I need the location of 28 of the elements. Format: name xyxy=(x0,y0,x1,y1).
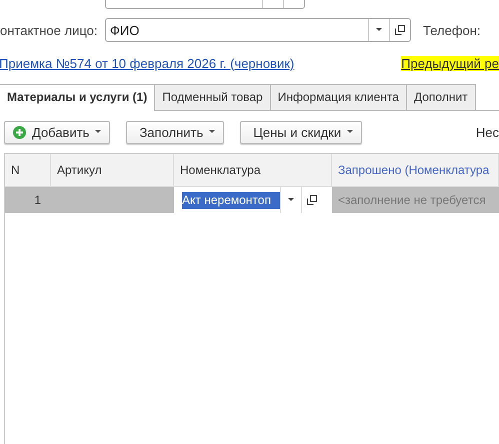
field-label: Телефон: xyxy=(423,22,481,38)
dropdown-icon[interactable] xyxy=(376,28,382,32)
caret-icon xyxy=(95,130,102,134)
field-label: онтактное лицо: xyxy=(0,22,98,38)
dropdown-icon[interactable] xyxy=(288,198,294,202)
toolbar-button[interactable]: Заполнить xyxy=(126,120,224,144)
column-header[interactable]: N xyxy=(5,154,51,187)
document-link[interactable]: Приемка №574 от 10 февраля 2026 г. (черновик) xyxy=(0,56,294,70)
toolbar-button[interactable]: Цены и скидки xyxy=(240,120,362,144)
open-icon[interactable] xyxy=(307,195,317,205)
add-icon xyxy=(13,126,26,138)
caret-icon xyxy=(209,130,216,134)
tab[interactable]: Подменный товар xyxy=(155,84,271,110)
column-header[interactable]: Запрошено (Номенклатура xyxy=(332,154,499,187)
tab[interactable]: Дополнит xyxy=(406,84,476,110)
open-icon[interactable] xyxy=(395,25,405,35)
column-header[interactable]: Номенклатура xyxy=(174,154,332,187)
table-cell: 1 xyxy=(5,187,51,213)
toolbar-button[interactable]: Добавить xyxy=(4,120,110,144)
caret-icon xyxy=(347,130,354,134)
previous-link[interactable]: Предыдущий ре xyxy=(401,56,499,70)
column-header[interactable]: Артикул xyxy=(51,154,174,187)
table-row[interactable]: 1 Акт неремонтоп <заполнение не требуется xyxy=(5,187,499,213)
tab[interactable]: Информация клиента xyxy=(270,84,407,110)
table-cell: <заполнение не требуется xyxy=(332,187,499,213)
tab[interactable]: Материалы и услуги (1) xyxy=(0,84,156,111)
toolbar-text: Нес xyxy=(476,124,499,140)
contact-field[interactable]: ФИО xyxy=(105,18,411,42)
